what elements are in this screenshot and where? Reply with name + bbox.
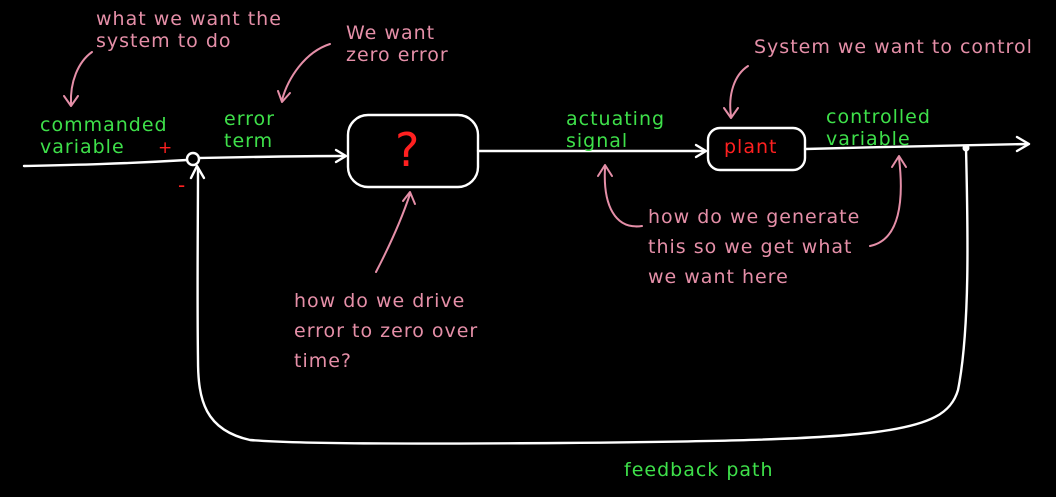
annotation-arrow-control [729, 65, 749, 117]
plant-label: plant [724, 136, 778, 158]
actuating-signal-label: actuating signal [566, 108, 665, 152]
actuating-label-line2: signal [566, 130, 629, 152]
controlled-label-line1: controlled [826, 106, 931, 128]
feedback-path-label: feedback path [624, 459, 774, 481]
commanded-label-line1: commanded [40, 114, 168, 136]
commanded-label-line2: variable [40, 136, 125, 158]
note-drive-line1: how do we drive [294, 290, 466, 312]
error-label-line2: term [224, 130, 274, 152]
plus-sign: + [158, 138, 174, 158]
note-drive-line2: error to zero over [294, 320, 479, 342]
input-line [22, 158, 189, 168]
note-generate-line2: this so we get what [648, 236, 853, 258]
note-drive-line3: time? [294, 350, 353, 372]
note-what-we-want: what we want the system to do [96, 8, 282, 52]
note-generate: how do we generate this so we get what w… [648, 202, 860, 292]
error-label-line1: error [224, 108, 275, 130]
error-term-label: error term [224, 108, 275, 152]
note-generate-line3: we want here [648, 266, 789, 288]
controlled-label-line2: variable [826, 128, 911, 150]
note-zero-line1: We want [346, 22, 436, 44]
note-zero-line2: zero error [346, 44, 449, 66]
summing-junction [185, 151, 201, 167]
note-want-line2: system to do [96, 30, 232, 52]
annotation-arrow-drive [375, 193, 411, 273]
note-want-line1: what we want the [96, 8, 282, 30]
note-generate-line1: how do we generate [648, 206, 861, 228]
error-line [197, 154, 346, 160]
minus-sign: - [178, 173, 187, 197]
actuating-label-line1: actuating [566, 108, 666, 130]
annotation-arrow-generate-left [603, 167, 643, 228]
note-system-to-control: System we want to control [754, 36, 1033, 58]
note-drive-error: how do we drive error to zero over time? [294, 286, 478, 376]
annotation-arrow-generate-right [869, 157, 902, 247]
block-diagram [22, 43, 1031, 445]
annotation-arrow-want [69, 51, 93, 105]
takeoff-point [962, 144, 970, 152]
note-control-line1: System we want to control [754, 36, 1033, 58]
controlled-variable-label: controlled variable [826, 106, 931, 150]
annotation-arrow-zero [281, 43, 331, 101]
commanded-variable-label: commanded variable [40, 114, 168, 158]
note-zero-error: We want zero error [346, 22, 449, 66]
diagram-canvas: commanded variable + - error term ? actu… [0, 0, 1056, 497]
controller-question-mark: ? [395, 123, 421, 177]
